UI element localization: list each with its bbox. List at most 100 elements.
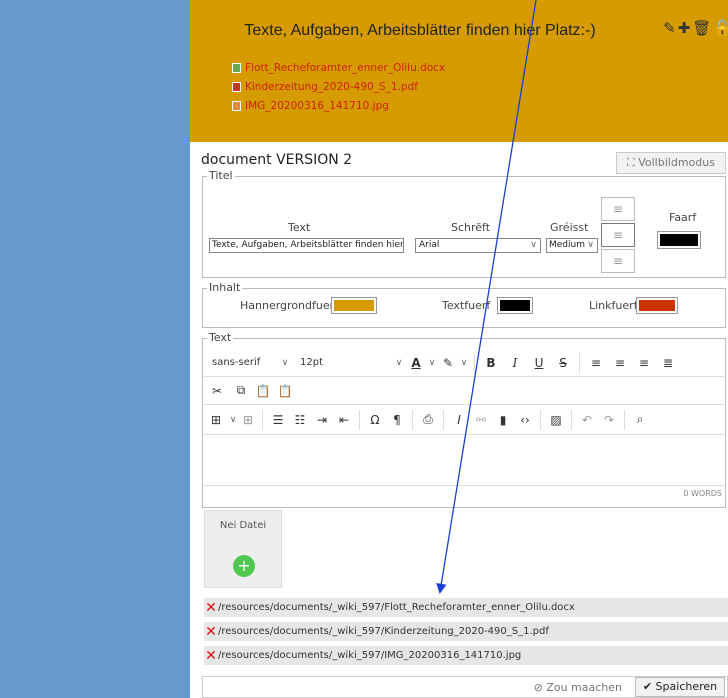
pencil-icon[interactable]: ✎ bbox=[663, 20, 676, 36]
title-legend: Titel bbox=[207, 169, 235, 182]
bullet-list-icon[interactable]: ☰ bbox=[267, 413, 289, 427]
delete-icon[interactable]: ✕ bbox=[204, 600, 218, 616]
trash-icon[interactable]: 🗑 bbox=[692, 20, 711, 36]
align-center-icon[interactable]: ≡ bbox=[608, 356, 632, 370]
paragraph-icon[interactable]: ¶ bbox=[386, 413, 408, 427]
content-section: Texte, Aufgaben, Arbeitsblätter finden h… bbox=[190, 0, 728, 142]
new-file-label: Nei Datei bbox=[219, 520, 267, 531]
word-count: 0 WORDS bbox=[204, 485, 726, 501]
separator bbox=[540, 409, 541, 430]
align-center-icon[interactable]: ≡ bbox=[601, 223, 635, 247]
text-color-icon[interactable]: A bbox=[406, 356, 426, 370]
underline-icon[interactable]: U bbox=[527, 356, 551, 370]
link-color-label: Linkfuerf bbox=[589, 299, 638, 312]
chevron-down-icon[interactable]: ∨ bbox=[392, 358, 406, 368]
link-color-swatch[interactable] bbox=[636, 297, 678, 314]
unlink-icon[interactable]: ⚯ bbox=[470, 413, 492, 427]
resource-row: ✕/resources/documents/_wiki_597/Kinderze… bbox=[204, 622, 728, 642]
chevron-down-icon: ∨ bbox=[587, 240, 594, 250]
title-fieldset: Titel Text Schrëft Gréisst Texte, Aufgab… bbox=[202, 169, 726, 278]
title-text-input[interactable]: Texte, Aufgaben, Arbeitsblätter finden h… bbox=[209, 238, 404, 253]
image-icon[interactable]: ▨ bbox=[545, 413, 567, 427]
fullscreen-button[interactable]: ⛶ Vollbildmodus bbox=[616, 152, 726, 174]
font-size-select[interactable]: 12pt bbox=[292, 357, 392, 368]
plus-icon[interactable]: ✚ bbox=[678, 20, 691, 36]
image-file-icon bbox=[232, 100, 241, 111]
docx-file-icon bbox=[232, 62, 241, 73]
paste-text-icon[interactable]: 📋 bbox=[274, 384, 296, 398]
separator bbox=[474, 352, 475, 373]
size-label: Gréisst bbox=[550, 221, 589, 234]
editor-toolbar-row-1: sans-serif ∨ 12pt ∨ A ∨ ✎ ∨ B I U S ≡ ≡ … bbox=[204, 349, 726, 377]
text-label: Text bbox=[288, 221, 311, 234]
bold-icon[interactable]: B bbox=[479, 356, 503, 370]
redo-icon[interactable]: ↷ bbox=[598, 413, 620, 427]
align-justify-icon[interactable]: ≣ bbox=[656, 356, 680, 370]
chevron-down-icon[interactable]: ∨ bbox=[278, 358, 292, 368]
text-color-swatch[interactable] bbox=[497, 297, 533, 314]
pdf-file-icon bbox=[232, 81, 241, 92]
file-link[interactable]: Flott_Recheforamter_enner_Olilu.docx bbox=[232, 58, 445, 77]
file-link[interactable]: Kinderzeitung_2020-490_S_1.pdf bbox=[232, 77, 445, 96]
chevron-down-icon[interactable]: ∨ bbox=[426, 358, 438, 368]
dialog-footer: ⊘ Zou maachen ✔ Spaicheren bbox=[202, 676, 728, 698]
bookmark-icon[interactable]: ▮ bbox=[492, 413, 514, 427]
paste-icon[interactable]: 📋 bbox=[252, 384, 274, 398]
chevron-down-icon[interactable]: ∨ bbox=[228, 415, 238, 425]
background-color-swatch[interactable] bbox=[331, 297, 377, 314]
resource-row: ✕/resources/documents/_wiki_597/Flott_Re… bbox=[204, 598, 728, 618]
highlight-icon[interactable]: ✎ bbox=[438, 356, 458, 370]
indent-icon[interactable]: ⇥ bbox=[311, 413, 333, 427]
chevron-down-icon[interactable]: ∨ bbox=[458, 358, 470, 368]
table-icon[interactable]: ⊞ bbox=[204, 413, 228, 427]
search-icon[interactable]: ⌕ bbox=[629, 412, 651, 427]
content-legend: Inhalt bbox=[207, 281, 243, 294]
table-properties-icon[interactable]: ⊞ bbox=[238, 413, 258, 427]
separator bbox=[412, 409, 413, 430]
file-list: Flott_Recheforamter_enner_Olilu.docx Kin… bbox=[232, 58, 445, 115]
outdent-icon[interactable]: ⇤ bbox=[333, 413, 355, 427]
numbered-list-icon[interactable]: ☷ bbox=[289, 413, 311, 427]
add-file-button[interactable]: + bbox=[233, 555, 255, 577]
section-toolbar: ✎ ✚ 🗑 🔓 bbox=[663, 20, 728, 36]
copy-icon[interactable]: ⧉ bbox=[230, 383, 252, 398]
clear-formatting-icon[interactable]: I bbox=[448, 413, 470, 427]
align-right-icon[interactable]: ≡ bbox=[632, 356, 656, 370]
special-character-icon[interactable]: Ω bbox=[364, 413, 386, 427]
content-fieldset: Inhalt Hannergrondfuerf Textfuerf Linkfu… bbox=[202, 281, 726, 328]
print-icon[interactable]: ⎙ bbox=[417, 412, 439, 427]
dialog-title: document VERSION 2 bbox=[201, 152, 353, 168]
undo-button[interactable]: ⊘ Zou maachen bbox=[526, 679, 630, 697]
lock-icon[interactable]: 🔓 bbox=[713, 20, 728, 36]
cut-icon[interactable]: ✂ bbox=[204, 384, 230, 398]
chevron-down-icon: ∨ bbox=[530, 240, 537, 250]
font-family-select[interactable]: sans-serif bbox=[204, 357, 278, 368]
editor-toolbar-row-3: ⊞ ∨ ⊞ ☰ ☷ ⇥ ⇤ Ω ¶ ⎙ I ⚯ ▮ ‹› ▨ ↶ ↷ ⌕ bbox=[204, 405, 726, 435]
align-left-icon[interactable]: ≡ bbox=[584, 356, 608, 370]
title-color-swatch[interactable] bbox=[657, 231, 701, 249]
text-editor-fieldset: Text sans-serif ∨ 12pt ∨ A ∨ ✎ ∨ B I U S… bbox=[202, 331, 726, 508]
italic-icon[interactable]: I bbox=[503, 356, 527, 370]
align-right-icon[interactable]: ≡ bbox=[601, 249, 635, 273]
code-icon[interactable]: ‹› bbox=[514, 413, 536, 427]
new-file-tile[interactable]: Nei Datei + bbox=[204, 510, 282, 588]
font-select[interactable]: Arial ∨ bbox=[415, 238, 541, 253]
text-legend: Text bbox=[207, 331, 234, 344]
editor-content-area[interactable] bbox=[204, 435, 726, 485]
resource-row: ✕/resources/documents/_wiki_597/IMG_2020… bbox=[204, 646, 728, 666]
background-color-label: Hannergrondfuerf bbox=[240, 299, 339, 312]
font-label: Schrëft bbox=[451, 221, 491, 234]
save-button[interactable]: ✔ Spaicheren bbox=[635, 677, 725, 697]
size-select[interactable]: Medium ∨ bbox=[546, 238, 598, 253]
separator bbox=[624, 409, 625, 430]
file-link[interactable]: IMG_20200316_141710.jpg bbox=[232, 96, 445, 115]
delete-icon[interactable]: ✕ bbox=[204, 648, 218, 664]
align-left-icon[interactable]: ≡ bbox=[601, 197, 635, 221]
strikethrough-icon[interactable]: S bbox=[551, 356, 575, 370]
delete-icon[interactable]: ✕ bbox=[204, 624, 218, 640]
left-sidebar bbox=[0, 0, 190, 698]
separator bbox=[443, 409, 444, 430]
section-title: Texte, Aufgaben, Arbeitsblätter finden h… bbox=[244, 22, 596, 39]
separator bbox=[359, 409, 360, 430]
undo-icon[interactable]: ↶ bbox=[576, 413, 598, 427]
